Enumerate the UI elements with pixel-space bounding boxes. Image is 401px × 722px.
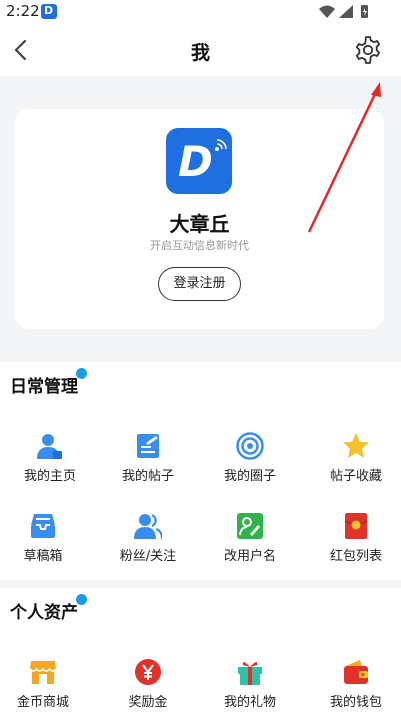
grid-item-red-envelopes[interactable]: 红包列表	[306, 512, 401, 572]
status-icons	[317, 4, 377, 24]
store-icon	[29, 661, 57, 684]
grid-item-coin-store[interactable]: 金币商城	[0, 658, 93, 718]
grid-item-my-posts[interactable]: 我的帖子	[98, 432, 198, 492]
circle-target-icon	[236, 432, 264, 460]
app-logo: D	[166, 128, 232, 194]
signal-waves-icon	[215, 139, 227, 151]
yuan-coin-icon	[135, 659, 161, 685]
grid-item-drafts[interactable]: 草稿箱	[0, 512, 93, 572]
profile-name: 大章丘	[169, 212, 230, 236]
red-envelope-icon	[344, 513, 368, 539]
grid-item-rename[interactable]: 改用户名	[200, 512, 300, 572]
badge-dot	[76, 368, 87, 379]
grid-item-post-favorites[interactable]: 帖子收藏	[306, 432, 401, 492]
grid-item-my-gifts[interactable]: 我的礼物	[200, 658, 300, 718]
post-edit-icon	[137, 434, 159, 458]
grid-item-my-wallet[interactable]: 我的钱包	[306, 658, 401, 718]
profile-card: D 大章丘 开启互动信息新时代 登录注册	[15, 109, 384, 329]
profile-slogan: 开启互动信息新时代	[150, 239, 249, 252]
personal-assets-section: 个人资产 金币商城 奖励金 我的礼物 我的钱包	[0, 588, 401, 722]
badge-dot	[76, 594, 87, 605]
signal-icon	[339, 5, 353, 18]
gear-icon	[355, 36, 381, 64]
status-time: 2:22	[6, 2, 40, 20]
inbox-tray-icon	[31, 514, 55, 538]
daily-management-section: 日常管理 我的主页 我的帖子 我的圈子 帖子收藏 草稿箱 粉丝/关注 改用户名 …	[0, 362, 401, 580]
settings-button[interactable]	[352, 34, 384, 66]
grid-item-my-homepage[interactable]: 我的主页	[0, 432, 100, 492]
section-title: 个人资产	[10, 594, 87, 623]
page-title: 我	[190, 42, 210, 64]
wallet-icon	[344, 660, 368, 684]
status-bar: 2:22 D	[0, 0, 401, 24]
app-notification-icon: D	[41, 4, 57, 19]
grid-item-rewards[interactable]: 奖励金	[98, 658, 198, 718]
section-title: 日常管理	[10, 368, 87, 397]
wifi-icon	[319, 5, 335, 18]
rename-icon	[237, 513, 263, 539]
grid-item-followers[interactable]: 粉丝/关注	[98, 512, 198, 572]
user-home-icon	[37, 434, 62, 459]
grid-item-my-circles[interactable]: 我的圈子	[200, 432, 300, 492]
login-register-button[interactable]: 登录注册	[158, 267, 241, 301]
gift-icon	[238, 661, 262, 685]
star-icon	[343, 433, 369, 458]
nav-bar: 我	[0, 24, 401, 76]
followers-icon	[134, 513, 162, 540]
